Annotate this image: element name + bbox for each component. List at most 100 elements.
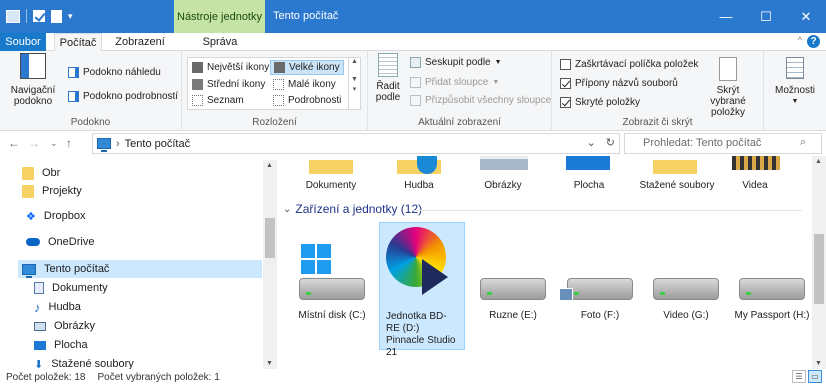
file-extensions-checkbox[interactable] (560, 78, 571, 89)
chevron-up-icon[interactable]: ▲ (266, 162, 273, 169)
sort-by-label: Řadit podle (375, 81, 401, 103)
tab-computer[interactable]: Počítač (54, 33, 102, 52)
nav-item-this-pc[interactable]: Tento počítač (18, 260, 262, 278)
sort-by-button[interactable]: Řadit podle (372, 53, 404, 103)
tab-file[interactable]: Soubor (0, 33, 46, 51)
nav-item-projekty[interactable]: Projekty (22, 182, 82, 200)
drive-c[interactable]: Místní disk (C:) (289, 222, 375, 350)
item-checkboxes-label: Zaškrtávací políčka položek (575, 59, 699, 70)
folder-videos[interactable]: Videa (719, 180, 791, 191)
drive-g[interactable]: Video (G:) (643, 222, 729, 350)
nav-item-pictures[interactable]: Obrázky (34, 317, 95, 335)
status-bar: Počet položek: 18 Počet vybraných polože… (0, 369, 826, 385)
new-folder-icon[interactable] (51, 9, 62, 23)
layout-details[interactable]: Podrobnosti (273, 95, 341, 106)
expand-gallery-icon[interactable]: ▾ (349, 85, 360, 93)
scroll-thumb[interactable] (265, 218, 275, 258)
fit-columns-button[interactable]: Přizpůsobit všechny sloupce (410, 95, 551, 106)
details-pane-button[interactable]: Podokno podrobností (68, 91, 178, 102)
refresh-icon[interactable]: ↻ (606, 136, 615, 149)
options-label: Možnosti (774, 85, 815, 96)
back-icon[interactable]: ← (8, 136, 20, 150)
hide-selected-button[interactable]: Skrýt vybrané položky (698, 57, 758, 118)
chevron-up-icon[interactable]: ▲ (349, 58, 360, 65)
nav-item-documents[interactable]: Dokumenty (34, 279, 108, 297)
chevron-up-icon[interactable]: ▲ (815, 158, 822, 165)
collapse-ribbon-icon[interactable]: ^ (798, 35, 802, 45)
music-icon: ♪ (34, 299, 41, 315)
add-columns-label: Přidat sloupce (425, 77, 489, 88)
search-input[interactable]: Prohledat: Tento počítač (624, 133, 822, 154)
layout-extra-large-icons[interactable]: Největší ikony (192, 62, 269, 73)
file-extensions-toggle[interactable]: Přípony názvů souborů (560, 78, 678, 89)
computer-icon[interactable] (6, 9, 20, 23)
documents-icon (34, 282, 44, 294)
chevron-down-icon[interactable]: ▼ (266, 360, 273, 367)
hidden-items-checkbox[interactable] (560, 97, 571, 108)
search-icon[interactable]: ⌕ (800, 133, 820, 154)
properties-icon[interactable] (33, 10, 45, 22)
large-icons-view-icon[interactable]: ▭ (808, 370, 822, 383)
drive-f[interactable]: Foto (F:) (557, 222, 643, 350)
drive-h[interactable]: My Passport (H:) (729, 222, 812, 350)
preview-pane-button[interactable]: Podokno náhledu (68, 67, 161, 78)
group-by-button[interactable]: Seskupit podle ▼ (410, 57, 502, 68)
nav-item-onedrive[interactable]: OneDrive (26, 233, 94, 251)
breadcrumb-chevron-icon[interactable]: › (116, 138, 120, 150)
help-icon[interactable]: ? (807, 35, 820, 48)
drive-tools-context-tab[interactable]: Nástroje jednotky (174, 0, 265, 33)
nav-item-music[interactable]: ♪ Hudba (34, 298, 81, 316)
nav-item-downloads[interactable]: ⬇ Stažené soubory (34, 355, 134, 369)
folder-desktop[interactable]: Plocha (553, 180, 625, 191)
folder-downloads[interactable]: Stažené soubory (637, 180, 717, 191)
folder-music[interactable]: Hudba (383, 180, 455, 191)
layout-medium-icons[interactable]: Střední ikony (192, 79, 265, 90)
nav-pane-scrollbar[interactable]: ▲ ▼ (263, 160, 277, 369)
options-button[interactable]: Možnosti ▼ (768, 57, 822, 107)
drive-d[interactable]: Jednotka BD-RE (D:) Pinnacle Studio 21 (379, 222, 465, 358)
layout-item-label: Podrobnosti (288, 95, 342, 106)
folder-label: Plocha (573, 180, 605, 191)
item-count: Počet položek: 18 (6, 371, 86, 383)
navigation-pane-button[interactable]: Navigační podokno (4, 53, 62, 107)
add-columns-button[interactable]: Přidat sloupce ▼ (410, 77, 499, 88)
section-title: Zařízení a jednotky (12) (295, 202, 423, 216)
chevron-down-icon[interactable]: ⌄ (587, 136, 596, 149)
nav-item-desktop[interactable]: Plocha (34, 336, 88, 354)
hidden-items-toggle[interactable]: Skryté položky (560, 97, 640, 108)
scroll-thumb[interactable] (814, 234, 824, 304)
group-current-view: Řadit podle Seskupit podle ▼ Přidat slou… (368, 51, 552, 131)
layout-list[interactable]: Seznam (192, 95, 244, 106)
tab-manage[interactable]: Správa (190, 33, 250, 51)
customize-toolbar-icon[interactable]: ▾ (68, 11, 73, 22)
layout-gallery-scroll[interactable]: ▲ ▼ ▾ (348, 58, 360, 109)
chevron-down-icon[interactable]: ▼ (815, 360, 822, 367)
section-header-devices[interactable]: ⌄ Zařízení a jednotky (12) (283, 202, 422, 216)
breadcrumb[interactable]: Tento počítač (125, 138, 190, 150)
desktop-icon (34, 340, 46, 350)
layout-small-icons[interactable]: Malé ikony (273, 79, 336, 90)
minimize-button[interactable]: — (706, 0, 746, 33)
layout-large-icons[interactable]: Velké ikony (270, 60, 344, 75)
nav-item-obr[interactable]: Obr (22, 164, 60, 182)
tab-view[interactable]: Zobrazení (108, 33, 172, 51)
up-icon[interactable]: ↑ (66, 136, 72, 150)
path-box[interactable]: › Tento počítač ⌄ ↻ (92, 133, 620, 154)
folder-pictures[interactable]: Obrázky (467, 180, 539, 191)
maximize-button[interactable]: ☐ (746, 0, 786, 33)
close-button[interactable]: ✕ (786, 0, 826, 33)
quick-access-toolbar: ▾ (6, 6, 73, 26)
onedrive-icon (26, 238, 40, 246)
hidden-items-label: Skryté položky (575, 97, 641, 108)
medium-icons-icon (192, 79, 203, 90)
chevron-down-icon[interactable]: ▼ (349, 76, 360, 83)
drive-e[interactable]: Ruzne (E:) (470, 222, 556, 350)
content-scrollbar[interactable]: ▲ ▼ (812, 156, 826, 369)
nav-item-dropbox[interactable]: ❖ Dropbox (26, 207, 85, 225)
item-checkboxes-checkbox[interactable] (560, 59, 571, 70)
folder-documents[interactable]: Dokumenty (295, 180, 367, 191)
recent-locations-icon[interactable]: ⌄ (50, 138, 58, 149)
details-view-icon[interactable]: ☰ (792, 370, 806, 383)
item-checkboxes-toggle[interactable]: Zaškrtávací políčka položek (560, 59, 698, 70)
forward-icon[interactable]: → (28, 136, 40, 150)
